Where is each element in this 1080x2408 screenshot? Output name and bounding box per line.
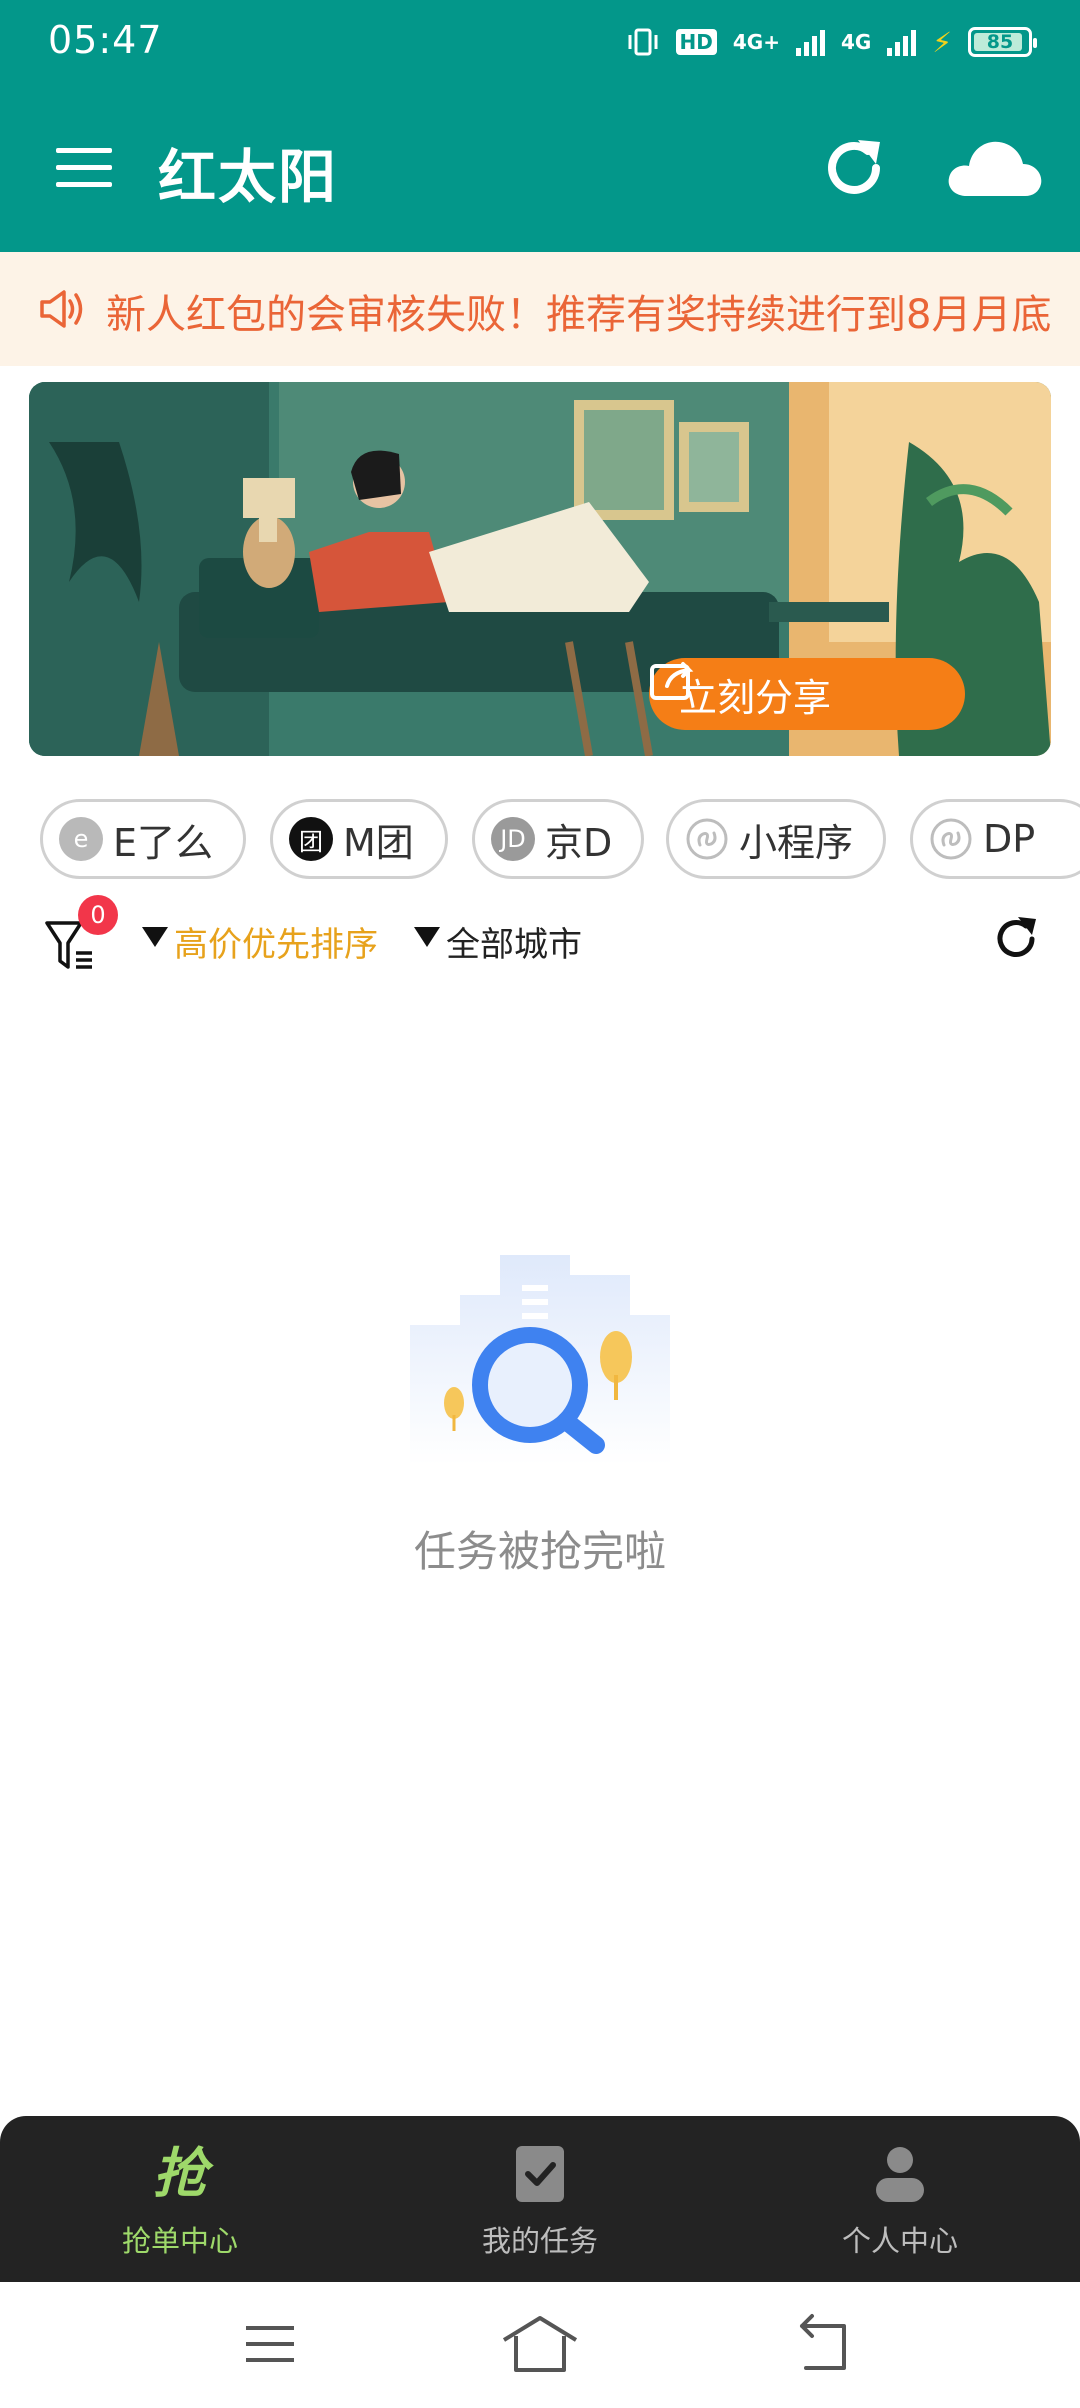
menu-button[interactable] [56,148,112,188]
refresh-icon[interactable] [818,132,890,204]
app-bar: 红太阳 [0,82,1080,252]
eleme-icon: e [59,817,103,861]
task-check-icon [516,2146,564,2202]
chip-eleme[interactable]: e E了么 [40,799,246,879]
battery-icon: 85 [968,27,1037,57]
empty-state-message: 任务被抢完啦 [413,1527,666,1576]
filter-count-badge: 0 [78,895,118,935]
back-icon[interactable] [782,2312,862,2376]
tab-label: 个人中心 [841,2224,958,2258]
chip-mini-program[interactable]: 小程序 [666,799,886,879]
chip-jingdong[interactable]: JD 京D [472,799,644,879]
filter-bar: 0 高价优先排序 全部城市 [0,895,1080,985]
jd-icon: JD [491,817,535,861]
tab-grab-center[interactable]: 抢 抢单中心 [50,2142,310,2262]
vibrate-icon [628,28,658,56]
status-icons: HD 4G+ 4G ⚡ 85 [626,22,1037,62]
signal-bars-2-icon [887,28,917,56]
chip-label: E了么 [113,820,214,865]
status-bar: 05:47 HD 4G+ 4G ⚡ 85 [0,0,1080,82]
sort-label: 高价优先排序 [174,925,378,965]
dianping-icon [930,818,972,860]
hd-indicator: HD [675,29,717,55]
battery-level: 85 [986,31,1014,53]
list-refresh-icon[interactable] [990,913,1042,965]
menu-icon [56,148,112,153]
chip-label: 小程序 [739,820,854,865]
network-type-1: 4G+ [732,30,780,54]
system-nav-bar [0,2282,1080,2408]
chip-label: DP [983,817,1036,861]
cloud-icon[interactable] [945,128,1045,208]
share-button[interactable]: 立刻分享 [649,658,965,730]
network-type-2: 4G [840,30,872,54]
tab-label: 抢单中心 [121,2224,238,2258]
platform-chips: e E了么 团 M团 JD 京D 小程序 DP [40,799,1080,881]
tab-label: 我的任务 [481,2224,598,2258]
charging-bolt-icon: ⚡ [932,25,952,59]
app-title: 红太阳 [158,143,339,211]
city-label: 全部城市 [446,925,582,965]
empty-search-illustration [410,1255,670,1465]
dropdown-triangle-icon [414,926,440,947]
tab-profile[interactable]: 个人中心 [770,2142,1030,2262]
tab-my-tasks[interactable]: 我的任务 [410,2142,670,2262]
chip-label: 京D [545,820,613,865]
chip-meituan[interactable]: 团 M团 [270,799,448,879]
recent-apps-icon[interactable] [230,2312,310,2376]
share-icon [650,662,694,700]
promo-banner[interactable]: 立刻分享 [29,382,1051,756]
chip-label: M团 [343,820,414,865]
bottom-tab-bar: 抢 抢单中心 我的任务 个人中心 [0,2116,1080,2282]
notice-text: 新人红包的会审核失败！推荐有奖持续进行到8月月底 [106,292,1052,338]
meituan-icon: 团 [289,817,333,861]
city-dropdown[interactable]: 全部城市 [414,917,582,966]
home-icon[interactable] [500,2312,580,2376]
notice-marquee[interactable]: 新人红包的会审核失败！推荐有奖持续进行到8月月底 [0,252,1080,366]
mini-program-icon [686,818,728,860]
speaker-icon [40,290,83,328]
status-time: 05:47 [48,18,163,62]
grab-icon: 抢 [153,2142,207,2205]
sort-dropdown[interactable]: 高价优先排序 [142,917,378,966]
dropdown-triangle-icon [142,926,168,947]
person-icon [876,2147,924,2202]
share-button-label: 立刻分享 [679,675,832,720]
signal-bars-1-icon [795,28,825,56]
chip-dianping[interactable]: DP [910,799,1080,879]
